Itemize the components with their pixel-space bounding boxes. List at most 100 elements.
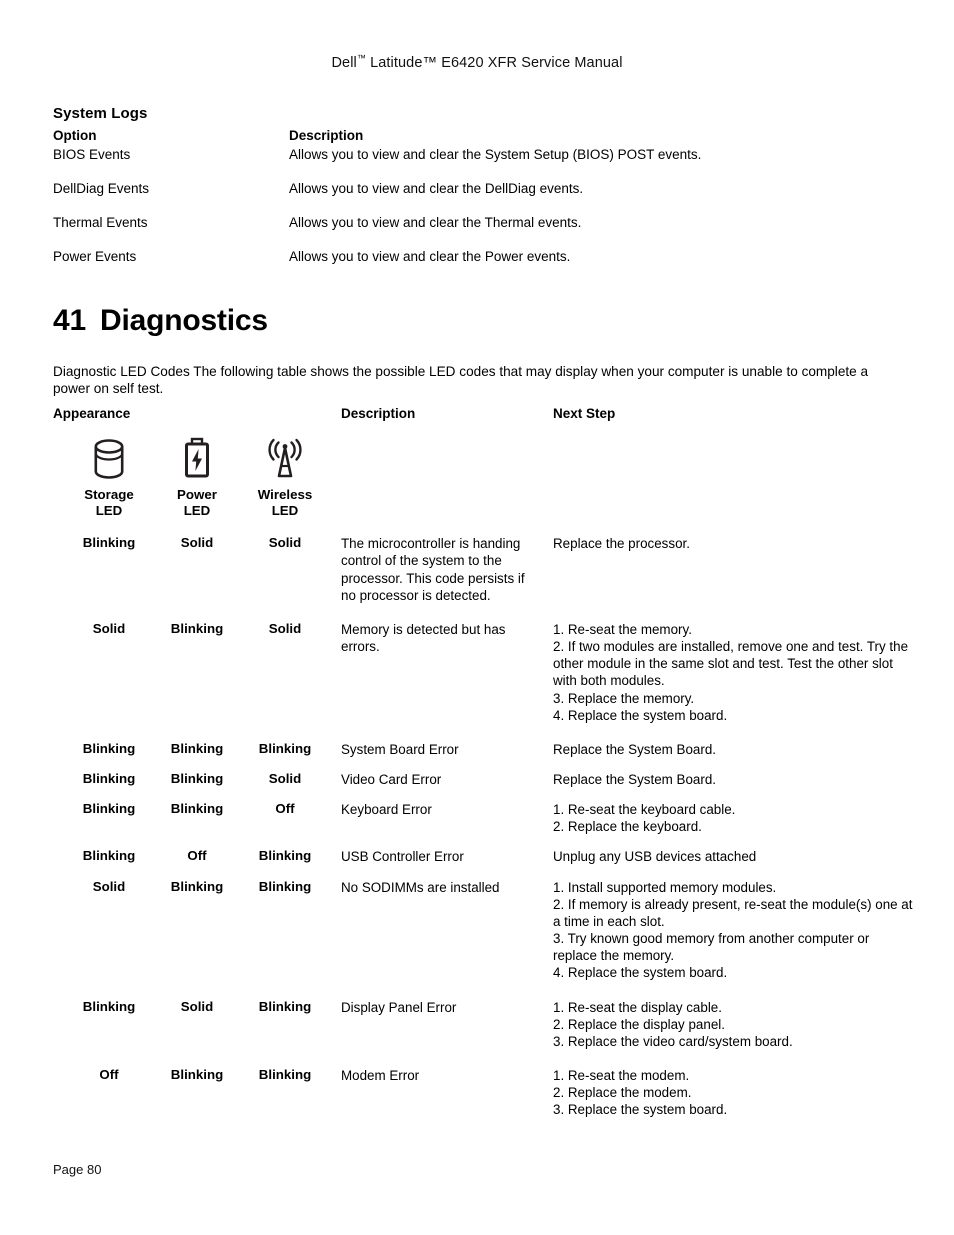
running-header-title: Latitude™ E6420 XFR Service Manual <box>365 55 623 71</box>
system-logs-description: Allows you to view and clear the Thermal… <box>289 214 582 230</box>
led-description-cell: USB Controller Error <box>341 849 464 865</box>
wireless-led-label-line1: Wireless <box>257 487 313 503</box>
led-state-group: Blinking Blinking Off <box>53 801 341 817</box>
power-led-label: Power LED <box>153 487 241 519</box>
system-logs-table: Option Description BIOS Events Allows you… <box>53 128 908 266</box>
system-logs-description: Allows you to view and clear the DellDia… <box>289 180 584 196</box>
led-icon-header-cell: Storage LED Power LED Wireless LED <box>53 423 341 535</box>
system-logs-col-option: Option <box>53 128 97 143</box>
wireless-led-state: Blinking <box>258 848 312 864</box>
system-logs-description: Allows you to view and clear the Power e… <box>289 248 571 264</box>
document-page: Dell™ Latitude™ E6420 XFR Service Manual… <box>0 0 954 1235</box>
system-logs-option: DellDiag Events <box>53 180 150 196</box>
storage-led-label: Storage LED <box>65 487 153 519</box>
led-next-step-cell: Replace the System Board. <box>553 772 717 787</box>
wireless-led-state: Solid <box>268 771 302 786</box>
chapter-title: Diagnostics <box>99 303 268 337</box>
led-next-step-cell: Unplug any USB devices attached <box>553 849 757 865</box>
table-row: Blinking Solid Solid The microcontroller is… <box>53 535 913 621</box>
led-state-group: Solid Blinking Blinking <box>53 879 341 895</box>
storage-led-state: Blinking <box>82 740 136 756</box>
battery-power-icon <box>153 435 241 483</box>
led-appearance-cell: Blinking Off Blinking <box>53 848 341 878</box>
led-description-cell: No SODIMMs are installed <box>341 879 500 895</box>
chapter-heading: 41 Diagnostics <box>53 304 908 337</box>
led-appearance-cell: Blinking Blinking Blinking <box>53 741 341 771</box>
storage-drive-icon <box>65 435 153 483</box>
power-led-state: Blinking <box>170 771 224 786</box>
table-row: Blinking Blinking Blinking System Board Err… <box>53 741 913 771</box>
page-content: System Logs Option Description BIOS Even… <box>53 105 912 1136</box>
power-led-state: Blinking <box>170 1067 224 1083</box>
power-led-state: Off <box>187 848 207 864</box>
table-row: Blinking Blinking Off Keyboard Error 1. Re-s… <box>53 801 913 848</box>
led-icon-header-next-spacer <box>553 423 913 535</box>
led-next-step-cell: 1. Re-seat the display cable. 2. Replace … <box>553 999 793 1049</box>
led-next-step-cell: 1. Re-seat the memory. 2. If two modules … <box>553 621 909 723</box>
system-logs-option: BIOS Events <box>53 147 131 162</box>
led-state-group: Solid Blinking Solid <box>53 621 341 637</box>
led-appearance-cell: Blinking Blinking Off <box>53 801 341 848</box>
power-led-state: Solid <box>180 998 214 1014</box>
storage-led-state: Solid <box>92 878 126 894</box>
storage-led-state: Blinking <box>82 535 136 551</box>
table-row: DellDiag Events Allows you to view and cl… <box>53 179 908 213</box>
wireless-led-state: Blinking <box>258 740 312 756</box>
led-next-step-cell: 1. Re-seat the keyboard cable. 2. Replace… <box>553 802 736 835</box>
led-state-group: Off Blinking Blinking <box>53 1067 341 1083</box>
table-row: Blinking Blinking Solid Video Card Error Rep… <box>53 771 913 801</box>
power-led-state: Blinking <box>170 801 224 817</box>
led-header-power: Power LED <box>153 435 241 519</box>
wireless-led-state: Blinking <box>258 878 312 894</box>
led-icon-header-desc-spacer <box>341 423 553 535</box>
power-led-state: Blinking <box>170 620 224 636</box>
table-row: BIOS Events Allows you to view and clear … <box>53 145 908 179</box>
intro-paragraph: Diagnostic LED Codes The following table… <box>53 363 869 397</box>
system-logs-title: System Logs <box>53 105 148 122</box>
running-header-brand: Dell <box>331 55 357 71</box>
led-appearance-cell: Blinking Blinking Solid <box>53 771 341 801</box>
wireless-led-state: Solid <box>268 535 302 551</box>
led-description-cell: Modem Error <box>341 1068 420 1084</box>
led-description-cell: The microcontroller is handing control o… <box>341 536 525 603</box>
led-description-cell: Keyboard Error <box>341 802 432 818</box>
led-header-wireless: Wireless LED <box>241 435 329 519</box>
chapter-number: 41 <box>53 303 86 337</box>
led-state-group: Blinking Blinking Solid <box>53 771 341 787</box>
wireless-antenna-icon <box>241 435 329 483</box>
led-state-group: Blinking Off Blinking <box>53 848 341 864</box>
storage-led-state: Blinking <box>82 801 136 817</box>
led-col-next-step: Next Step <box>553 406 616 422</box>
power-led-state: Blinking <box>170 878 224 894</box>
led-col-description: Description <box>341 406 416 422</box>
system-logs-description: Allows you to view and clear the System … <box>289 147 702 162</box>
led-next-step-cell: Replace the System Board. <box>553 741 717 757</box>
system-logs-option: Thermal Events <box>53 214 148 230</box>
power-led-label-line1: Power <box>177 487 217 503</box>
led-state-group: Blinking Solid Solid <box>53 535 341 551</box>
led-description-cell: Video Card Error <box>341 772 442 787</box>
storage-led-state: Blinking <box>82 998 136 1014</box>
led-col-appearance: Appearance <box>53 406 131 422</box>
storage-led-state: Off <box>99 1067 119 1083</box>
led-table-header-row: Appearance Description Next Step <box>53 406 913 423</box>
storage-led-state: Solid <box>92 620 126 636</box>
led-state-group: Blinking Solid Blinking <box>53 999 341 1015</box>
led-appearance-cell: Off Blinking Blinking <box>53 1067 341 1135</box>
wireless-led-label: Wireless LED <box>241 487 329 519</box>
led-appearance-cell: Blinking Solid Solid <box>53 535 341 621</box>
led-next-step-cell: 1. Re-seat the modem. 2. Replace the mode… <box>553 1068 728 1118</box>
led-appearance-cell: Solid Blinking Solid <box>53 621 341 741</box>
led-icon-header-row: Storage LED Power LED Wireless LED <box>53 423 913 535</box>
storage-led-state: Blinking <box>82 848 136 864</box>
table-row: Power Events Allows you to view and clear… <box>53 247 908 266</box>
wireless-led-state: Blinking <box>258 998 312 1014</box>
table-row: Solid Blinking Solid Memory is detected but… <box>53 621 913 741</box>
trademark-symbol: ™ <box>356 53 366 64</box>
led-description-cell: Display Panel Error <box>341 999 457 1015</box>
wireless-led-state: Off <box>275 801 295 817</box>
led-header-storage: Storage LED <box>65 435 153 519</box>
table-row: Off Blinking Blinking Modem Error 1. Re-seat… <box>53 1067 913 1135</box>
table-row: Blinking Off Blinking USB Controller Error U… <box>53 848 913 878</box>
storage-led-label-line1: Storage <box>84 487 134 503</box>
